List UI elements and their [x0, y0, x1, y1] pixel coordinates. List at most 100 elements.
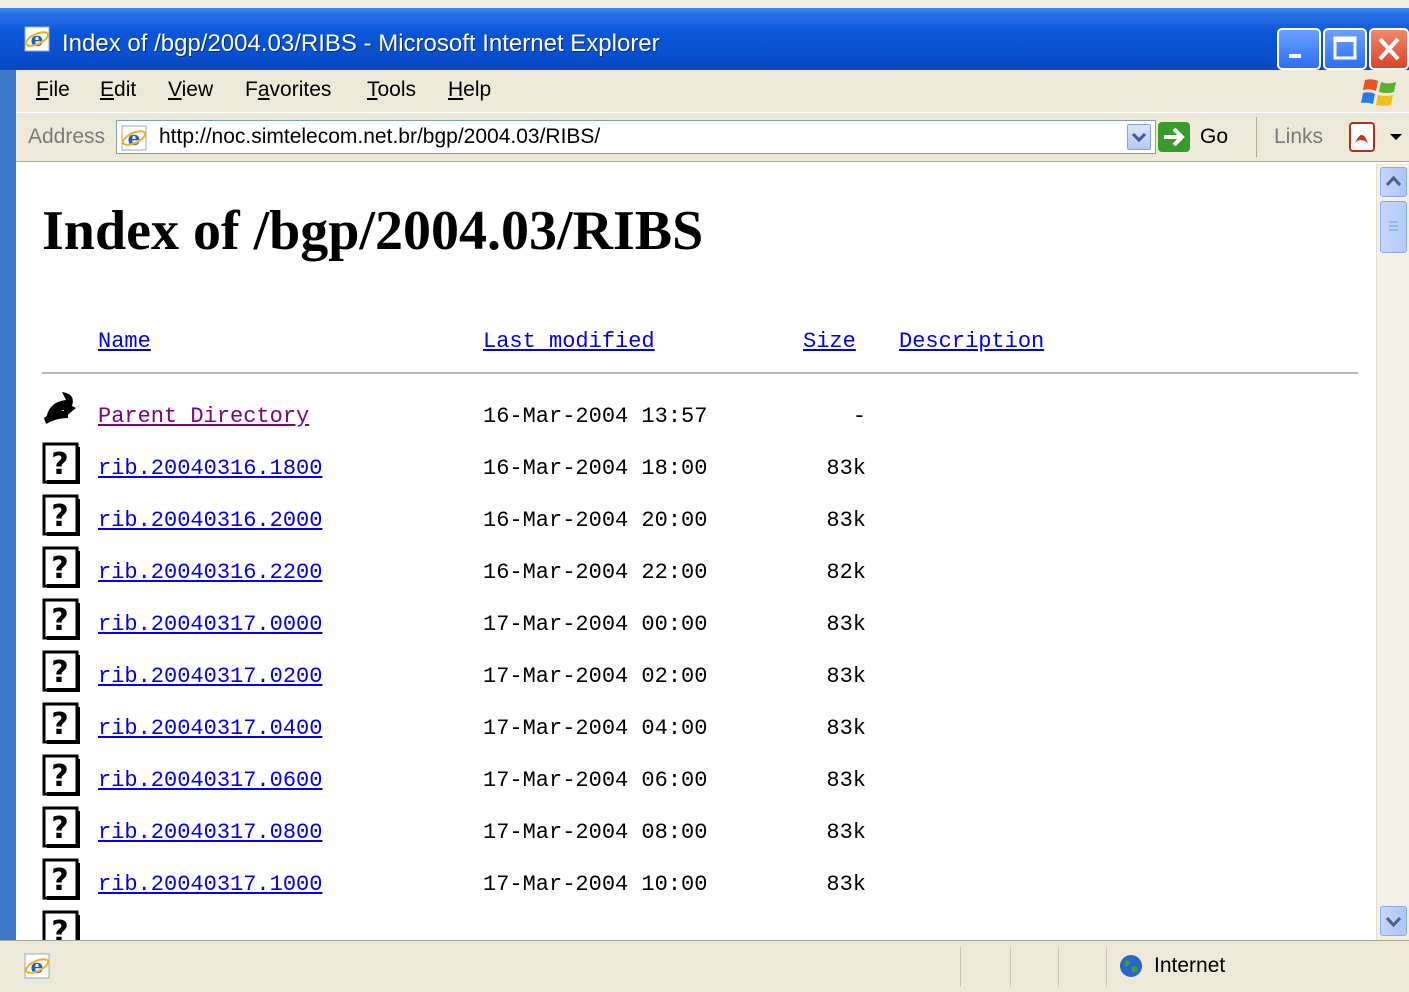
- internet-explorer-icon: e: [24, 26, 50, 52]
- svg-text:?: ?: [51, 655, 68, 690]
- menu-help[interactable]: Help: [448, 78, 491, 102]
- links-button[interactable]: Links: [1274, 125, 1323, 149]
- last-modified-cell: 17-Mar-2004 06:00: [483, 768, 708, 793]
- maximize-icon: [1333, 36, 1357, 60]
- size-cell: 83k: [826, 508, 866, 533]
- unknown-file-icon: ?: [42, 598, 80, 642]
- column-header-description[interactable]: Description: [899, 329, 1044, 354]
- table-row: ? rib.20040317.0800 17-Mar-2004 08:00 83k: [22, 806, 1376, 858]
- scroll-thumb[interactable]: [1380, 201, 1407, 253]
- menu-file[interactable]: File: [36, 78, 70, 102]
- size-cell: 83k: [826, 664, 866, 689]
- address-field[interactable]: e: [116, 120, 1156, 154]
- go-label: Go: [1200, 125, 1229, 148]
- address-bar: Address e Go Links: [16, 113, 1409, 162]
- header-divider: [42, 372, 1358, 374]
- back-arrow-icon: [42, 388, 80, 432]
- size-cell: 83k: [826, 716, 866, 741]
- address-dropdown-button[interactable]: [1127, 124, 1151, 150]
- file-link[interactable]: rib.20040316.2000: [98, 508, 322, 533]
- status-separator: [1106, 947, 1107, 987]
- unknown-file-icon: ?: [42, 442, 80, 486]
- last-modified-cell: 16-Mar-2004 18:00: [483, 456, 708, 481]
- svg-text:?: ?: [51, 707, 68, 742]
- column-header-size[interactable]: Size: [803, 329, 856, 354]
- size-cell: 83k: [826, 612, 866, 637]
- unknown-file-icon: ?: [42, 702, 80, 746]
- last-modified-cell: 17-Mar-2004 10:00: [483, 872, 708, 897]
- globe-icon: [1120, 955, 1142, 977]
- window-left-border: [0, 70, 16, 992]
- last-modified-cell: 16-Mar-2004 13:57: [483, 404, 708, 429]
- last-modified-cell: 16-Mar-2004 20:00: [483, 508, 708, 533]
- maximize-button[interactable]: [1323, 28, 1367, 70]
- status-bar: e Internet: [0, 940, 1409, 992]
- file-link[interactable]: rib.20040317.0400: [98, 716, 322, 741]
- menu-tools[interactable]: Tools: [367, 78, 416, 102]
- svg-text:?: ?: [51, 863, 68, 898]
- last-modified-cell: 17-Mar-2004 00:00: [483, 612, 708, 637]
- go-button[interactable]: Go: [1158, 120, 1238, 154]
- table-row: ? rib.20040316.2000 16-Mar-2004 20:00 83k: [22, 494, 1376, 546]
- table-row: ? rib.20040316.1800 16-Mar-2004 18:00 83k: [22, 442, 1376, 494]
- menu-favorites[interactable]: Favorites: [245, 78, 331, 102]
- chevron-down-icon: [1385, 916, 1402, 928]
- address-label: Address: [28, 125, 106, 148]
- size-cell: 83k: [826, 768, 866, 793]
- unknown-file-icon: ?: [42, 806, 80, 850]
- size-cell: 83k: [826, 820, 866, 845]
- file-link[interactable]: rib.20040316.1800: [98, 456, 322, 481]
- svg-text:?: ?: [51, 759, 68, 794]
- minimize-icon: [1289, 54, 1301, 58]
- column-header-last-modified[interactable]: Last modified: [483, 329, 655, 354]
- status-separator: [1010, 947, 1011, 987]
- close-button[interactable]: [1369, 28, 1409, 70]
- svg-text:?: ?: [51, 915, 68, 940]
- unknown-file-icon: ?: [42, 546, 80, 590]
- address-input[interactable]: [159, 125, 1059, 149]
- pdf-icon: [1349, 122, 1402, 152]
- grip-icon: [1389, 221, 1398, 231]
- svg-text:e: e: [31, 954, 44, 978]
- toolbar-separator: [1256, 117, 1257, 157]
- svg-text:e: e: [31, 27, 44, 51]
- windows-logo-icon: [1361, 79, 1396, 106]
- scroll-down-button[interactable]: [1380, 906, 1407, 936]
- table-row: ? rib.20040317.0600 17-Mar-2004 06:00 83k: [22, 754, 1376, 806]
- minimize-button[interactable]: [1277, 28, 1321, 70]
- svg-text:?: ?: [51, 811, 68, 846]
- file-link[interactable]: rib.20040317.0000: [98, 612, 322, 637]
- file-link[interactable]: rib.20040317.0600: [98, 768, 322, 793]
- unknown-file-icon: ?: [42, 494, 80, 538]
- page-title: Index of /bgp/2004.03/RIBS: [42, 200, 704, 262]
- close-icon: [1378, 37, 1400, 61]
- menu-view[interactable]: View: [168, 78, 213, 102]
- file-link[interactable]: rib.20040317.0800: [98, 820, 322, 845]
- svg-text:?: ?: [51, 447, 68, 482]
- file-link[interactable]: rib.20040317.0200: [98, 664, 322, 689]
- status-separator: [1058, 947, 1059, 987]
- scroll-up-button[interactable]: [1380, 167, 1407, 197]
- title-bar[interactable]: e Index of /bgp/2004.03/RIBS - Microsoft…: [0, 0, 1409, 70]
- menu-bar: File Edit View Favorites Tools Help: [16, 70, 1409, 113]
- page-content: Index of /bgp/2004.03/RIBS Name Last mod…: [22, 163, 1376, 940]
- table-row: ? rib.20040317.0400 17-Mar-2004 04:00 83k: [22, 702, 1376, 754]
- last-modified-cell: 17-Mar-2004 02:00: [483, 664, 708, 689]
- table-row: ?: [22, 910, 1376, 940]
- unknown-file-icon: ?: [42, 754, 80, 798]
- svg-text:?: ?: [51, 603, 68, 638]
- svg-text:e: e: [128, 126, 141, 150]
- pdf-toolbar-button[interactable]: [1346, 121, 1406, 153]
- column-header-name[interactable]: Name: [98, 329, 151, 354]
- vertical-scrollbar[interactable]: [1376, 163, 1409, 940]
- menu-edit[interactable]: Edit: [100, 78, 136, 102]
- parent-directory-link[interactable]: Parent Directory: [98, 404, 309, 429]
- status-separator: [960, 947, 961, 987]
- last-modified-cell: 16-Mar-2004 22:00: [483, 560, 708, 585]
- file-link[interactable]: rib.20040316.2200: [98, 560, 322, 585]
- size-cell: 83k: [826, 456, 866, 481]
- svg-text:?: ?: [51, 499, 68, 534]
- unknown-file-icon: ?: [42, 650, 80, 694]
- table-row: ? rib.20040316.2200 16-Mar-2004 22:00 82k: [22, 546, 1376, 598]
- file-link[interactable]: rib.20040317.1000: [98, 872, 322, 897]
